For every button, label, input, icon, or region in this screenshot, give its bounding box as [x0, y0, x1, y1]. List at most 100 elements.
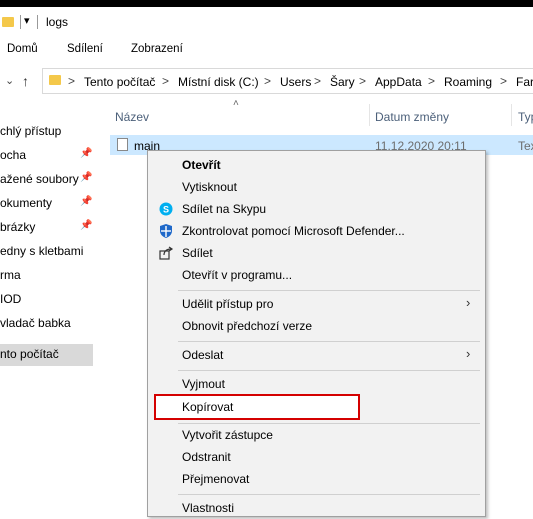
menu-separator — [178, 370, 480, 371]
up-arrow-icon[interactable]: ↑ — [22, 73, 29, 89]
pin-icon: 📌 — [80, 196, 93, 207]
nav-item-label: edny s kletbami — [0, 244, 84, 258]
menu-item-restore-versions[interactable]: Obnovit předchozí verze — [148, 315, 485, 337]
nav-item-this-pc[interactable]: nto počítač — [0, 344, 93, 366]
nav-item-folder-4[interactable]: vladač babka — [0, 313, 93, 335]
menu-item-send-to[interactable]: Odeslat › — [148, 344, 485, 366]
breadcrumb-tento-pocitac[interactable]: Tento počítač — [84, 75, 155, 89]
menu-item-label: Vyjmout — [182, 377, 225, 391]
tab-zobrazeni[interactable]: Zobrazení — [131, 43, 183, 55]
menu-item-open[interactable]: Otevřít — [148, 154, 485, 176]
menu-item-print[interactable]: Vytisknout — [148, 176, 485, 198]
recent-locations-chevron-icon[interactable]: ⌄ — [5, 74, 14, 87]
menu-item-share[interactable]: Sdílet — [148, 242, 485, 264]
breadcrumb-roaming[interactable]: Roaming — [444, 75, 492, 89]
breadcrumb-farm[interactable]: Farm — [516, 75, 533, 89]
menu-item-copy[interactable]: Kopírovat — [154, 394, 360, 420]
menu-item-label: Kopírovat — [182, 400, 234, 414]
menu-item-label: Zkontrolovat pomocí Microsoft Defender..… — [182, 224, 405, 238]
address-bar[interactable]: > Tento počítač > Místní disk (C:) > Use… — [42, 68, 533, 94]
column-header-date[interactable]: Datum změny — [375, 110, 449, 124]
menu-item-label: Odeslat — [182, 348, 224, 362]
nav-item-folder-3[interactable]: IOD — [0, 289, 93, 311]
pin-icon: 📌 — [80, 148, 93, 159]
chevron-right-icon[interactable]: > — [162, 74, 169, 88]
menu-item-properties[interactable]: Vlastnosti — [148, 497, 485, 519]
folder-icon — [2, 17, 14, 27]
column-divider[interactable] — [369, 104, 370, 126]
skype-icon: S — [158, 201, 174, 217]
ribbon: Domů Sdílení Zobrazení — [0, 37, 533, 63]
submenu-arrow-icon: › — [466, 346, 471, 361]
chevron-right-icon[interactable]: > — [500, 74, 507, 88]
nav-item-label: rma — [0, 268, 21, 282]
svg-text:S: S — [163, 205, 169, 215]
menu-item-skype[interactable]: S Sdílet na Skypu — [148, 198, 485, 220]
pin-icon: 📌 — [80, 220, 93, 231]
context-menu-lower: Vytvořit zástupce Odstranit Přejmenovat … — [148, 420, 485, 517]
column-divider[interactable] — [511, 104, 512, 126]
menu-item-rename[interactable]: Přejmenovat — [148, 468, 485, 490]
menu-separator — [178, 290, 480, 291]
menu-item-label: Vlastnosti — [182, 501, 235, 515]
navigation-pane: chlý přístup ocha 📌 ažené soubory 📌 okumen… — [0, 98, 93, 517]
menu-separator — [178, 494, 480, 495]
menu-item-label: Otevřít — [182, 158, 221, 172]
nav-item-label: chlý přístup — [0, 124, 62, 138]
menu-item-defender[interactable]: Zkontrolovat pomocí Microsoft Defender..… — [148, 220, 485, 242]
nav-item-label: IOD — [0, 292, 22, 306]
title-divider-2 — [37, 15, 38, 29]
chevron-right-icon[interactable]: > — [68, 74, 75, 88]
menu-item-open-with[interactable]: Otevřít v programu... — [148, 264, 485, 286]
menu-item-create-shortcut[interactable]: Vytvořit zástupce — [148, 424, 485, 446]
column-header-type[interactable]: Typ — [518, 110, 533, 124]
menu-item-label: Sdílet — [182, 246, 213, 260]
column-header-name[interactable]: Název — [115, 110, 149, 124]
menu-separator — [178, 341, 480, 342]
nav-item-pictures[interactable]: brázky 📌 — [0, 217, 93, 239]
menu-item-delete[interactable]: Odstranit — [148, 446, 485, 468]
breadcrumb-users[interactable]: Users — [280, 75, 311, 89]
nav-item-label: brázky — [0, 220, 36, 234]
menu-item-label: Udělit přístup pro — [182, 297, 274, 311]
text-file-icon — [117, 138, 128, 151]
menu-item-label: Odstranit — [182, 450, 231, 464]
pin-icon: 📌 — [80, 172, 93, 183]
menu-item-cut[interactable]: Vyjmout — [148, 373, 485, 395]
chevron-right-icon[interactable]: > — [264, 74, 271, 88]
tab-sdileni[interactable]: Sdílení — [67, 43, 103, 55]
nav-item-label: vladač babka — [0, 316, 71, 330]
submenu-arrow-icon: › — [466, 295, 471, 310]
nav-item-folder-1[interactable]: edny s kletbami — [0, 241, 93, 263]
nav-item-desktop[interactable]: ocha 📌 — [0, 145, 93, 167]
tab-domu[interactable]: Domů — [7, 43, 38, 55]
nav-item-label: ažené soubory — [0, 172, 79, 186]
chevron-right-icon[interactable]: > — [314, 74, 321, 88]
nav-item-quick-access[interactable]: chlý přístup — [0, 121, 93, 143]
nav-item-label: ocha — [0, 148, 27, 162]
menu-item-label: Vytisknout — [182, 180, 237, 194]
defender-icon — [158, 223, 174, 239]
sort-arrow-icon: ˄ — [233, 98, 239, 109]
breadcrumb-mistni-disk[interactable]: Místní disk (C:) — [178, 75, 259, 89]
dropdown-arrow-icon[interactable]: ▾ — [24, 14, 30, 27]
nav-item-folder-2[interactable]: rma — [0, 265, 93, 287]
menu-item-label: Vytvořit zástupce — [182, 428, 273, 442]
title-divider — [20, 15, 21, 29]
folder-icon — [49, 75, 61, 85]
share-icon — [158, 245, 174, 261]
menu-item-label: Otevřít v programu... — [182, 268, 293, 282]
chevron-right-icon[interactable]: > — [428, 74, 435, 88]
file-type: Tex — [518, 139, 533, 153]
nav-item-downloads[interactable]: ažené soubory 📌 — [0, 169, 93, 191]
breadcrumb-appdata[interactable]: AppData — [375, 75, 422, 89]
nav-item-label: nto počítač — [0, 347, 59, 361]
nav-item-label: okumenty — [0, 196, 53, 210]
breadcrumb-sary[interactable]: Šary — [330, 75, 355, 89]
window-top-edge — [0, 0, 533, 7]
menu-item-label: Přejmenovat — [182, 472, 250, 486]
menu-item-give-access[interactable]: Udělit přístup pro › — [148, 293, 485, 315]
chevron-right-icon[interactable]: > — [359, 74, 366, 88]
nav-item-documents[interactable]: okumenty 📌 — [0, 193, 93, 215]
menu-item-label: Sdílet na Skypu — [182, 202, 267, 216]
